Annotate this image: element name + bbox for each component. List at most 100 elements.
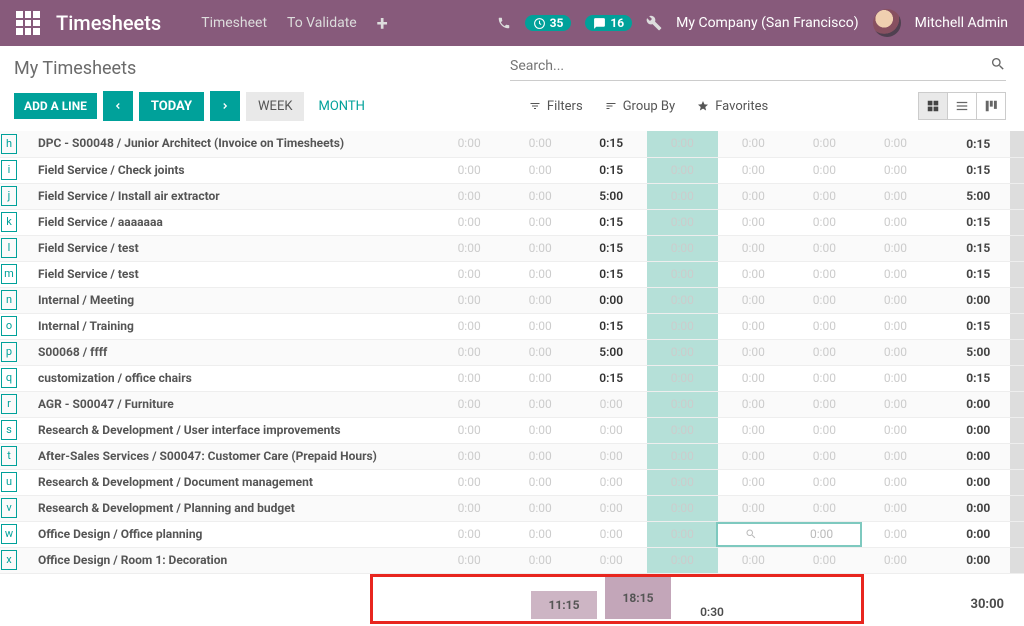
row-name[interactable]: Office Design / Room 1: Decoration bbox=[38, 553, 227, 567]
time-cell[interactable]: 0:00 bbox=[742, 136, 765, 150]
time-cell[interactable]: 0:00 bbox=[599, 293, 623, 307]
row-letter[interactable]: h bbox=[1, 134, 17, 154]
row-name[interactable]: Internal / Training bbox=[38, 319, 134, 333]
time-cell[interactable]: 0:00 bbox=[529, 475, 552, 489]
row-letter[interactable]: w bbox=[1, 524, 17, 544]
row-letter[interactable]: u bbox=[1, 472, 17, 492]
row-name[interactable]: Research & Development / Document manage… bbox=[38, 475, 313, 489]
time-cell[interactable]: 0:00 bbox=[458, 553, 481, 567]
time-cell[interactable]: 0:00 bbox=[458, 449, 481, 463]
time-cell[interactable]: 0:00 bbox=[529, 449, 552, 463]
time-cell[interactable]: 0:00 bbox=[458, 371, 481, 385]
row-letter[interactable]: j bbox=[1, 186, 17, 206]
time-cell[interactable]: 0:00 bbox=[600, 397, 623, 411]
row-name[interactable]: Research & Development / Planning and bu… bbox=[38, 501, 295, 515]
time-cell[interactable]: 0:00 bbox=[529, 293, 552, 307]
time-cell[interactable]: 0:00 bbox=[529, 189, 552, 203]
time-cell[interactable]: 0:00 bbox=[671, 371, 694, 385]
avatar[interactable] bbox=[873, 9, 901, 37]
scrollbar[interactable] bbox=[1010, 365, 1024, 391]
time-cell[interactable]: 0:00 bbox=[458, 397, 481, 411]
time-cell[interactable]: 0:00 bbox=[458, 163, 481, 177]
time-cell[interactable]: 0:00 bbox=[671, 267, 694, 281]
time-cell[interactable]: 0:00 bbox=[529, 371, 552, 385]
time-cell[interactable]: 0:00 bbox=[742, 475, 765, 489]
time-cell[interactable]: 0:00 bbox=[600, 475, 623, 489]
time-cell[interactable]: 0:00 bbox=[813, 475, 836, 489]
time-cell[interactable]: 0:00 bbox=[529, 397, 552, 411]
time-cell[interactable]: 0:00 bbox=[884, 371, 907, 385]
row-name[interactable]: S00068 / ffff bbox=[38, 345, 107, 359]
time-cell[interactable]: 0:00 bbox=[529, 241, 552, 255]
row-letter[interactable]: o bbox=[1, 316, 17, 336]
time-cell[interactable]: 0:00 bbox=[813, 449, 836, 463]
scrollbar[interactable] bbox=[1010, 417, 1024, 443]
row-name[interactable]: Field Service / test bbox=[38, 267, 139, 281]
time-cell[interactable]: 0:00 bbox=[671, 553, 694, 567]
time-cell[interactable]: 0:00 bbox=[884, 553, 907, 567]
scrollbar[interactable] bbox=[1010, 183, 1024, 209]
time-cell[interactable]: 0:00 bbox=[884, 136, 907, 150]
scrollbar[interactable] bbox=[1010, 131, 1024, 157]
time-cell[interactable]: 0:00 bbox=[884, 475, 907, 489]
time-cell[interactable]: 0:00 bbox=[813, 267, 836, 281]
row-name[interactable]: Research & Development / User interface … bbox=[38, 423, 341, 437]
time-cell[interactable]: 0:00 bbox=[458, 319, 481, 333]
time-cell[interactable]: 0:00 bbox=[813, 371, 836, 385]
time-cell[interactable]: 0:00 bbox=[458, 475, 481, 489]
row-name[interactable]: Field Service / Check joints bbox=[38, 163, 185, 177]
time-cell[interactable]: 0:00 bbox=[884, 241, 907, 255]
time-cell[interactable]: 0:00 bbox=[884, 449, 907, 463]
clock-badge[interactable]: 35 bbox=[525, 15, 572, 31]
row-name[interactable]: Field Service / Install air extractor bbox=[38, 189, 220, 203]
time-cell[interactable]: 0:00 bbox=[742, 267, 765, 281]
time-cell[interactable]: 0:00 bbox=[813, 345, 836, 359]
time-cell[interactable]: 0:00 bbox=[529, 527, 552, 541]
time-cell[interactable]: 0:00 bbox=[813, 397, 836, 411]
row-name[interactable]: Field Service / test bbox=[38, 241, 139, 255]
time-cell[interactable]: 0:00 bbox=[671, 345, 694, 359]
time-cell[interactable]: 0:00 bbox=[458, 267, 481, 281]
row-name[interactable]: After-Sales Services / S00047: Customer … bbox=[38, 449, 377, 463]
time-cell[interactable]: 0:00 bbox=[458, 345, 481, 359]
time-cell[interactable]: 0:00 bbox=[884, 501, 907, 515]
time-cell[interactable]: 0:00 bbox=[529, 215, 552, 229]
time-cell[interactable]: 0:00 bbox=[671, 136, 694, 150]
time-cell[interactable]: 0:00 bbox=[813, 241, 836, 255]
time-cell[interactable]: 0:00 bbox=[529, 163, 552, 177]
time-cell[interactable]: 0:00 bbox=[671, 527, 694, 541]
time-cell[interactable]: 0:15 bbox=[599, 267, 623, 281]
time-cell[interactable]: 0:00 bbox=[458, 241, 481, 255]
time-cell[interactable]: 0:00 bbox=[742, 319, 765, 333]
time-cell[interactable]: 0:00 bbox=[458, 215, 481, 229]
time-cell[interactable]: 5:00 bbox=[599, 189, 623, 203]
row-letter[interactable]: n bbox=[1, 290, 17, 310]
apps-icon[interactable] bbox=[16, 11, 40, 35]
time-cell[interactable]: 0:00 bbox=[742, 241, 765, 255]
time-cell[interactable]: 0:00 bbox=[671, 241, 694, 255]
view-list-icon[interactable] bbox=[947, 92, 977, 120]
time-cell[interactable]: 0:00 bbox=[600, 527, 623, 541]
scrollbar[interactable] bbox=[1010, 235, 1024, 261]
time-cell[interactable]: 0:00 bbox=[671, 423, 694, 437]
row-letter[interactable]: r bbox=[1, 394, 17, 414]
time-cell[interactable]: 0:00 bbox=[813, 501, 836, 515]
time-cell-editing[interactable]: 0:00 bbox=[716, 522, 862, 547]
time-cell[interactable]: 0:00 bbox=[884, 163, 907, 177]
row-name[interactable]: Office Design / Office planning bbox=[38, 527, 202, 541]
favorites-button[interactable]: Favorites bbox=[697, 99, 768, 114]
scrollbar[interactable] bbox=[1010, 495, 1024, 521]
month-button[interactable]: MONTH bbox=[308, 92, 374, 121]
time-cell[interactable]: 0:00 bbox=[671, 293, 694, 307]
time-cell[interactable]: 0:00 bbox=[884, 423, 907, 437]
time-cell[interactable]: 0:00 bbox=[529, 136, 552, 150]
time-cell[interactable]: 0:00 bbox=[742, 345, 765, 359]
scrollbar[interactable] bbox=[1010, 339, 1024, 365]
week-button[interactable]: WEEK bbox=[246, 92, 304, 121]
company-selector[interactable]: My Company (San Francisco) bbox=[676, 15, 858, 31]
groupby-button[interactable]: Group By bbox=[605, 99, 676, 114]
time-cell[interactable]: 0:00 bbox=[600, 423, 623, 437]
time-cell[interactable]: 0:00 bbox=[529, 267, 552, 281]
row-letter[interactable]: p bbox=[1, 342, 17, 362]
time-cell[interactable]: 0:00 bbox=[671, 475, 694, 489]
